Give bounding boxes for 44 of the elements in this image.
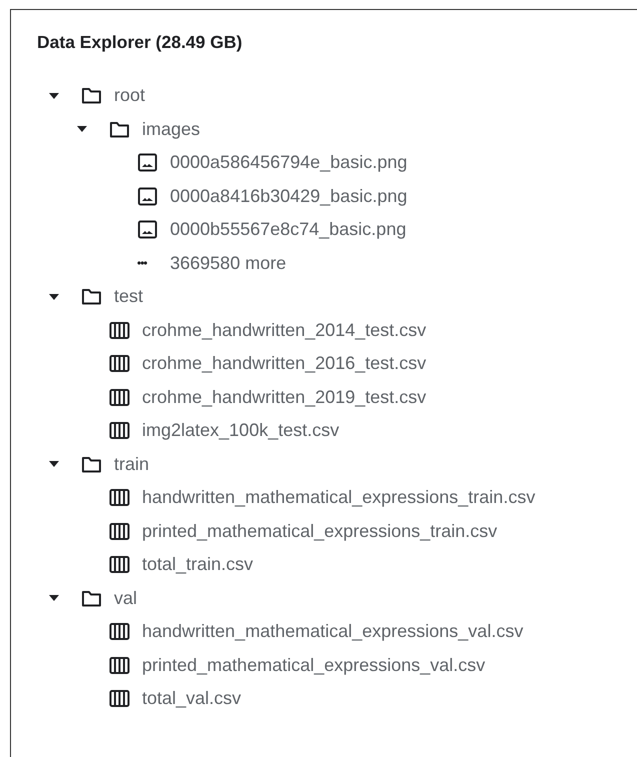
table-icon — [109, 555, 130, 574]
file-name[interactable]: crohme_handwritten_2014_test.csv — [142, 320, 426, 341]
file-name[interactable]: 0000a586456794e_basic.png — [170, 152, 408, 174]
file-name[interactable]: 3669580 more — [170, 252, 286, 274]
file-name[interactable]: 0000a8416b30429_basic.png — [170, 186, 408, 207]
table-icon — [109, 522, 130, 541]
file-name[interactable]: crohme_handwritten_2019_test.csv — [142, 386, 426, 408]
folder-name[interactable]: test — [114, 286, 144, 308]
folder-name[interactable]: train — [114, 454, 150, 475]
table-icon — [109, 421, 130, 440]
caret-icon[interactable] — [77, 126, 87, 132]
folder-name[interactable]: root — [114, 85, 146, 106]
caret-icon[interactable] — [49, 294, 59, 300]
folder-name[interactable]: images — [142, 118, 200, 140]
table-icon — [109, 488, 130, 508]
table-icon — [109, 320, 130, 340]
caret-icon[interactable] — [49, 92, 59, 99]
table-icon — [109, 388, 130, 407]
image-icon — [137, 220, 158, 240]
folder-name[interactable]: val — [114, 588, 138, 609]
file-name[interactable]: total_val.csv — [142, 688, 242, 710]
caret-icon[interactable] — [49, 461, 59, 468]
file-name[interactable]: 0000b55567e8c74_basic.png — [170, 219, 406, 240]
panel-title: Data Explorer (28.49 GB) — [37, 32, 244, 53]
file-name[interactable]: handwritten_mathematical_expressions_train.csv — [142, 487, 536, 508]
file-name[interactable]: handwritten_mathematical_expressions_val.csv — [142, 621, 524, 642]
folder-icon — [81, 86, 102, 106]
folder-icon — [109, 120, 130, 139]
file-name[interactable]: img2latex_100k_test.csv — [142, 420, 340, 442]
image-icon — [137, 153, 158, 172]
more-icon: ••• — [137, 256, 158, 270]
caret-icon[interactable] — [49, 595, 59, 602]
table-icon — [109, 354, 130, 374]
table-icon — [109, 622, 130, 642]
file-name[interactable]: printed_mathematical_expressions_val.csv — [142, 654, 486, 676]
folder-icon — [81, 588, 102, 608]
file-name[interactable]: crohme_handwritten_2016_test.csv — [142, 353, 426, 374]
image-icon — [137, 186, 158, 206]
table-icon — [109, 656, 130, 675]
file-name[interactable]: total_train.csv — [142, 554, 254, 576]
file-name[interactable]: printed_mathematical_expressions_train.csv — [142, 520, 498, 542]
folder-icon — [81, 287, 102, 306]
table-icon — [109, 689, 130, 708]
folder-icon — [81, 454, 102, 474]
